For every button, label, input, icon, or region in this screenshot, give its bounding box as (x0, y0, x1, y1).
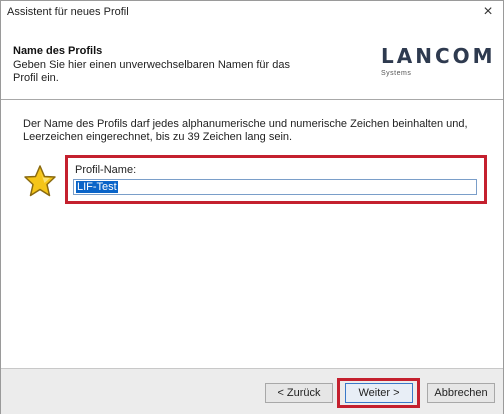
profile-name-value: LIF-Test (76, 181, 118, 193)
step-title: Name des Profils (13, 45, 103, 57)
title-bar: Assistent für neues Profil × (1, 1, 503, 25)
logo-subtext: Systems (381, 70, 412, 77)
star-icon (24, 165, 56, 197)
window-title: Assistent für neues Profil (7, 6, 129, 18)
next-button[interactable]: Weiter > (345, 383, 413, 403)
step-description: Geben Sie hier einen unverwechselbaren N… (13, 59, 290, 84)
instructions-text: Der Name des Profils darf jedes alphanum… (23, 118, 468, 143)
back-button[interactable]: < Zurück (265, 383, 333, 403)
profile-name-label: Profil-Name: (75, 164, 137, 176)
wizard-footer: < Zurück Weiter > Abbrechen (1, 368, 503, 414)
wizard-header: Name des Profils Geben Sie hier einen un… (1, 25, 503, 100)
close-button[interactable]: × (479, 3, 497, 21)
profile-name-input[interactable]: LIF-Test (73, 179, 477, 195)
lancom-logo: LANCOM Systems (381, 44, 496, 77)
logo-text: LANCOM (381, 44, 496, 68)
wizard-window: Assistent für neues Profil × Name des Pr… (0, 0, 504, 414)
profile-name-group: Profil-Name: LIF-Test (65, 155, 487, 204)
wizard-content: Der Name des Profils darf jedes alphanum… (1, 100, 503, 368)
cancel-button[interactable]: Abbrechen (427, 383, 495, 403)
